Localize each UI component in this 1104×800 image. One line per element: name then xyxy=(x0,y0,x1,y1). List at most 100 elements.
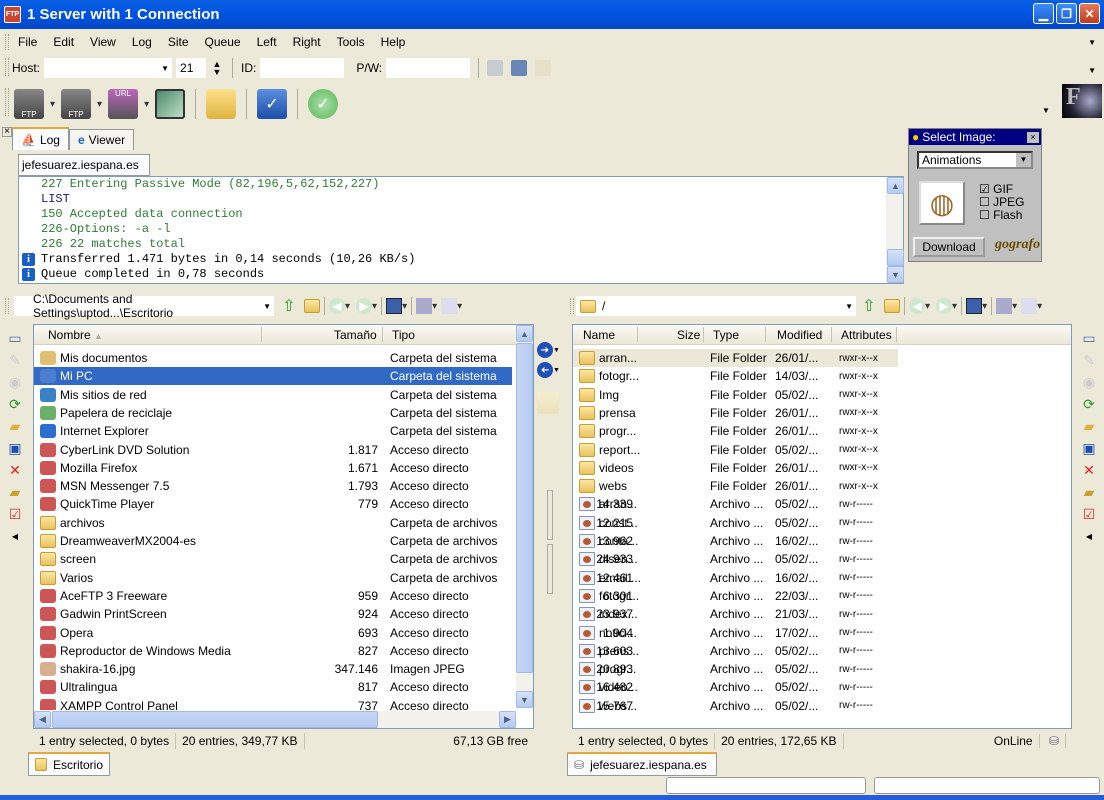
menu-file[interactable]: File xyxy=(18,35,37,49)
flash-checkbox[interactable]: ☐ Flash xyxy=(979,209,1024,222)
image-type-select[interactable]: Animations ▼ xyxy=(917,151,1033,169)
properties-icon[interactable]: ▣ xyxy=(1081,440,1097,456)
filter-dropdown-icon[interactable]: ▾ xyxy=(1012,301,1017,312)
menu-edit[interactable]: Edit xyxy=(53,35,74,49)
upload-dropdown-icon[interactable]: ▼ xyxy=(553,347,560,354)
view-mode-dropdown-icon[interactable]: ▾ xyxy=(402,301,407,312)
local-file-row[interactable]: screen Carpeta de archivos xyxy=(34,550,512,568)
local-file-row[interactable]: Opera 693 Acceso directo xyxy=(34,624,512,642)
disconnect-pane-icon[interactable] xyxy=(441,298,458,314)
toolbar-overflow-icon[interactable]: ▼ xyxy=(1042,106,1050,115)
remote-file-row[interactable]: webs... 15.767 Archivo ... 05/02/... rw-r---… xyxy=(573,697,898,715)
new-folder-icon[interactable]: ▰ xyxy=(1081,418,1097,434)
pane-overflow-icon[interactable]: ▾ xyxy=(457,301,462,312)
connect-ftp-dropdown-icon[interactable]: ▾ xyxy=(50,99,55,110)
open-folder-icon[interactable]: ▰ xyxy=(7,484,23,500)
back-icon[interactable]: ◀ xyxy=(329,298,345,314)
refresh-icon[interactable]: ⟳ xyxy=(1081,396,1097,412)
remote-file-row[interactable]: disen... 24.933 Archivo ... 05/02/... rw-r--… xyxy=(573,550,898,568)
upload-button[interactable]: ➔ ▼ xyxy=(537,342,567,358)
open-folder-icon[interactable]: ▰ xyxy=(1081,484,1097,500)
quick-connect-dropdown-icon[interactable]: ▾ xyxy=(97,99,102,110)
back-dropdown-icon[interactable]: ▾ xyxy=(925,301,930,312)
disconnect-icon[interactable] xyxy=(535,60,552,76)
col-size[interactable]: Size xyxy=(677,328,700,342)
download-transfer-button[interactable]: ➔ ▼ xyxy=(537,362,567,378)
path-dropdown-icon[interactable]: ▼ xyxy=(263,302,271,311)
connect-ftp-icon[interactable]: FTP xyxy=(14,89,44,119)
port-spinner[interactable]: ▲ ▼ xyxy=(210,60,224,77)
parent-folder-icon[interactable]: ⇧ xyxy=(860,297,878,315)
remote-file-row[interactable]: prensa File Folder 26/01/... rwxr-x--x xyxy=(573,404,898,422)
delete-icon[interactable]: ✕ xyxy=(1081,462,1097,478)
view-mode-icon[interactable] xyxy=(966,298,983,314)
port-input[interactable]: 21 xyxy=(176,58,207,78)
col-attributes[interactable]: Attributes xyxy=(841,328,892,342)
back-dropdown-icon[interactable]: ▾ xyxy=(345,301,350,312)
local-file-row[interactable]: Ultralingua 817 Acceso directo xyxy=(34,678,512,696)
view-file-icon[interactable]: ◉ xyxy=(7,374,23,390)
col-type[interactable]: Type xyxy=(713,328,739,342)
id-input[interactable] xyxy=(260,58,345,78)
remote-file-row[interactable]: const... 12.215 Archivo ... 05/02/... rw-r--… xyxy=(573,514,898,532)
scroll-right-button[interactable]: ▶ xyxy=(499,711,516,728)
sync-browse-icon[interactable] xyxy=(155,89,186,119)
local-hscrollbar[interactable]: ◀ ▶ xyxy=(34,711,516,728)
remote-file-row[interactable]: fotogr... 6.301 Archivo ... 22/03/... rw-r--… xyxy=(573,587,898,605)
menu-help[interactable]: Help xyxy=(381,35,406,49)
forward-dropdown-icon[interactable]: ▾ xyxy=(372,301,377,312)
toolbar-grip[interactable] xyxy=(570,298,574,314)
col-modified[interactable]: Modified xyxy=(777,328,822,342)
scroll-thumb[interactable] xyxy=(887,249,904,266)
forward-icon[interactable]: ▶ xyxy=(356,298,373,314)
new-folder-icon[interactable] xyxy=(304,299,320,313)
col-nombre[interactable]: Nombre ▲ xyxy=(48,328,103,342)
download-button[interactable]: Download xyxy=(913,237,985,257)
menu-log[interactable]: Log xyxy=(132,35,152,49)
toolbar-grip[interactable] xyxy=(5,298,9,314)
remote-file-row[interactable]: index... 23.937 Archivo ... 21/03/... rw-r--… xyxy=(573,605,898,623)
remote-file-row[interactable]: report... File Folder 05/02/... rwxr-x--x xyxy=(573,441,898,459)
col-tipo[interactable]: Tipo xyxy=(392,328,415,342)
checklist-icon[interactable]: ☑ xyxy=(7,506,23,522)
host-input[interactable]: ▼ xyxy=(44,58,173,78)
menu-site[interactable]: Site xyxy=(168,35,189,49)
remote-file-row[interactable]: progr... File Folder 26/01/... rwxr-x--x xyxy=(573,422,898,440)
log-close-icon[interactable]: × xyxy=(2,127,12,137)
view-file-icon[interactable]: ◉ xyxy=(1081,374,1097,390)
new-folder-icon[interactable]: ▰ xyxy=(7,418,23,434)
filter-dropdown-icon[interactable]: ▾ xyxy=(432,301,437,312)
remote-file-row[interactable]: arran... 14.339 Archivo ... 05/02/... rw-r--… xyxy=(573,495,898,513)
view-mode-icon[interactable] xyxy=(386,298,403,314)
remote-file-row[interactable]: video... 16.482 Archivo ... 05/02/... rw-r--… xyxy=(573,678,898,696)
widget-close-icon[interactable]: × xyxy=(1027,131,1039,143)
log-scrollbar[interactable]: ▲ ▼ xyxy=(886,177,904,283)
minimize-button[interactable]: ▁ xyxy=(1033,3,1054,24)
open-folder-icon[interactable] xyxy=(206,89,237,119)
left-path-input[interactable]: C:\Documents and Settings\uptod...\Escri… xyxy=(14,292,274,320)
scroll-up-button[interactable]: ▲ xyxy=(516,325,533,342)
view-mode-dropdown-icon[interactable]: ▾ xyxy=(982,301,987,312)
collapse-arrow-icon[interactable]: ◀ xyxy=(7,528,23,544)
checklist-icon[interactable]: ☑ xyxy=(1081,506,1097,522)
quick-connect-ftp-icon[interactable]: FTP xyxy=(61,89,92,119)
local-file-row[interactable]: archivos Carpeta de archivos xyxy=(34,514,512,532)
site-manager-icon[interactable] xyxy=(511,60,528,76)
menu-left[interactable]: Left xyxy=(257,35,277,49)
parent-folder-icon[interactable]: ⇧ xyxy=(280,297,298,315)
url-connect-icon[interactable]: URL xyxy=(108,89,139,119)
menu-tools[interactable]: Tools xyxy=(337,35,365,49)
remote-file-row[interactable]: progr... 20.893 Archivo ... 05/02/... rw-r--… xyxy=(573,660,898,678)
collapse-left-handle[interactable] xyxy=(547,490,553,540)
local-file-row[interactable]: XAMPP Control Panel 737 Acceso directo xyxy=(34,697,512,710)
drive-icon[interactable]: ▭ xyxy=(1081,330,1097,346)
properties-icon[interactable]: ▣ xyxy=(7,440,23,456)
scroll-down-button[interactable]: ▼ xyxy=(887,266,904,283)
url-connect-dropdown-icon[interactable]: ▾ xyxy=(144,99,149,110)
local-file-row[interactable]: Internet Explorer Carpeta del sistema xyxy=(34,422,512,440)
local-file-row[interactable]: DreamweaverMX2004-es Carpeta de archivos xyxy=(34,532,512,550)
menu-queue[interactable]: Queue xyxy=(205,35,241,49)
scroll-up-button[interactable]: ▲ xyxy=(887,177,904,194)
drive-icon[interactable]: ▭ xyxy=(7,330,23,346)
select-dropdown-icon[interactable]: ▼ xyxy=(1016,153,1031,167)
